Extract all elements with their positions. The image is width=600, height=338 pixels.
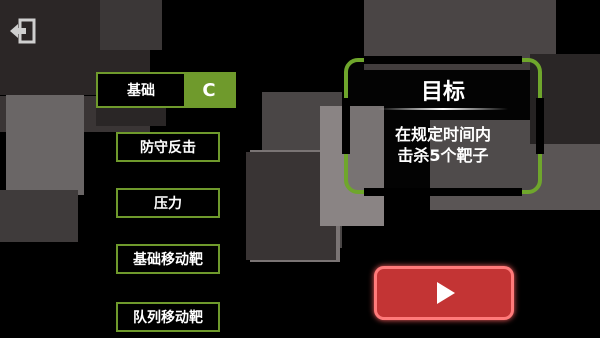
objective-panel: 目标 在规定时间内 击杀5个靶子 xyxy=(342,56,544,196)
mode-label: 压力 xyxy=(154,196,182,212)
objective-title: 目标 xyxy=(420,80,465,105)
grade-label: 基础 xyxy=(98,74,184,106)
play-button[interactable] xyxy=(374,266,514,320)
exit-icon xyxy=(10,18,36,44)
play-icon xyxy=(437,282,455,304)
mode-button-queue-moving-target[interactable]: 队列移动靶 xyxy=(116,302,220,332)
mode-label: 基础移动靶 xyxy=(133,252,203,268)
bg-square xyxy=(100,0,162,50)
objective-description: 在规定时间内 击杀5个靶子 xyxy=(394,125,491,165)
mode-button-basic-moving-target[interactable]: 基础移动靶 xyxy=(116,244,220,274)
bg-square xyxy=(0,190,78,242)
bg-square xyxy=(96,106,166,126)
mode-label: 防守反击 xyxy=(140,140,196,156)
divider xyxy=(378,108,508,110)
grade-row: 基础 C xyxy=(96,72,236,108)
mode-label: 队列移动靶 xyxy=(133,310,203,326)
bg-square xyxy=(6,95,84,195)
exit-button[interactable] xyxy=(6,14,40,48)
mode-button-pressure[interactable]: 压力 xyxy=(116,188,220,218)
mode-button-counter[interactable]: 防守反击 xyxy=(116,132,220,162)
grade-value: C xyxy=(202,79,216,101)
